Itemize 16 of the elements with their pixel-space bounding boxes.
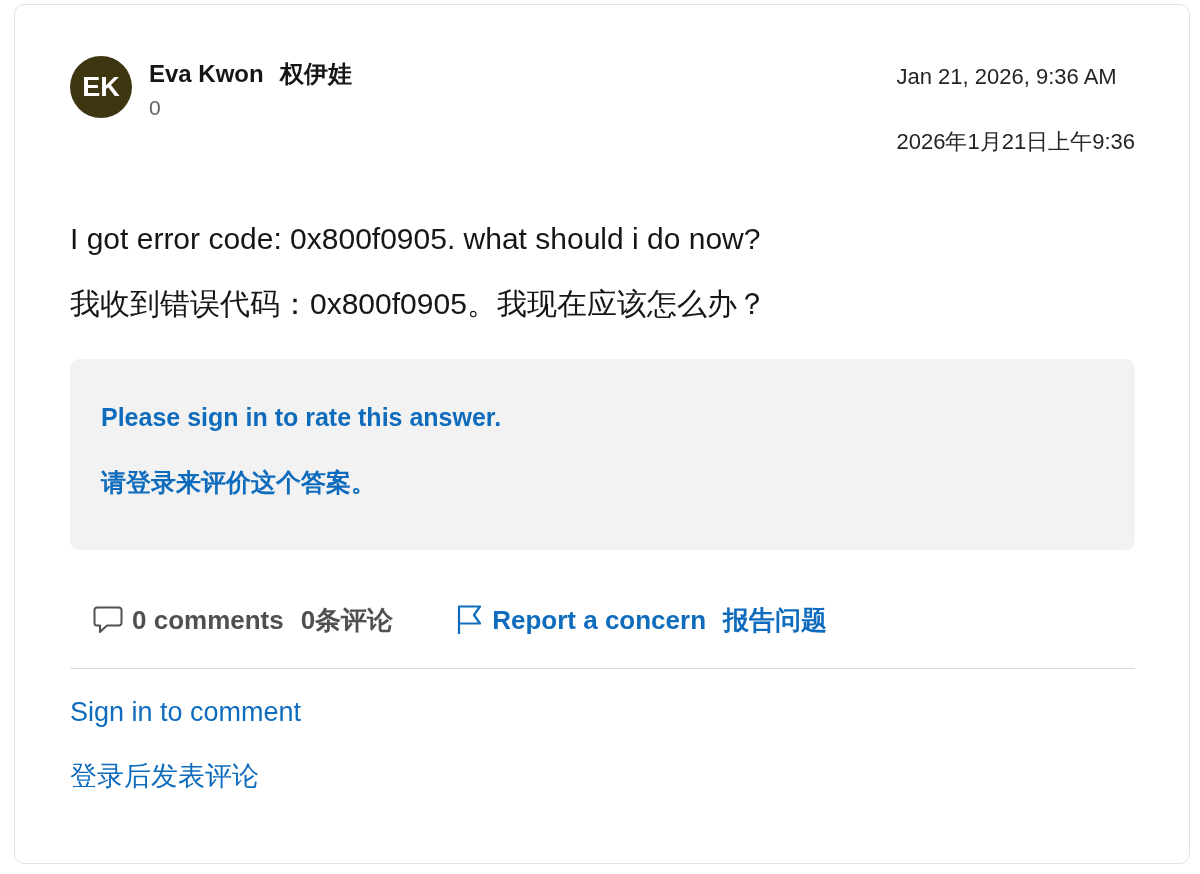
comments-button[interactable]: 0 comments 0条评论: [81, 598, 406, 642]
sign-in-to-comment-link[interactable]: 登录后发表评论: [70, 760, 259, 792]
speech-bubble-icon: [93, 606, 123, 634]
author-name-translation: 权伊娃: [279, 59, 352, 89]
timestamp: 2026年1月21日上午9:36: [896, 128, 1135, 156]
timestamp: Jan 21, 2026, 9:36 AM: [896, 63, 1117, 91]
author-name[interactable]: Eva Kwon: [149, 58, 264, 90]
sign-in-to-comment-link[interactable]: Sign in to comment: [70, 696, 302, 728]
reputation-score: 0: [149, 95, 162, 121]
question-text: 我收到错误代码：0x800f0905。我现在应该怎么办？: [70, 286, 767, 322]
sign-in-to-rate-link[interactable]: Please sign in to rate this answer.: [101, 401, 502, 433]
report-button[interactable]: Report a concern 报告问题: [445, 598, 840, 642]
question-text: I got error code: 0x800f0905. what should i do now?: [70, 221, 761, 257]
sign-in-to-rate-link[interactable]: 请登录来评价这个答案。: [101, 466, 376, 498]
avatar: EK: [70, 56, 132, 118]
flag-icon: [457, 605, 484, 635]
